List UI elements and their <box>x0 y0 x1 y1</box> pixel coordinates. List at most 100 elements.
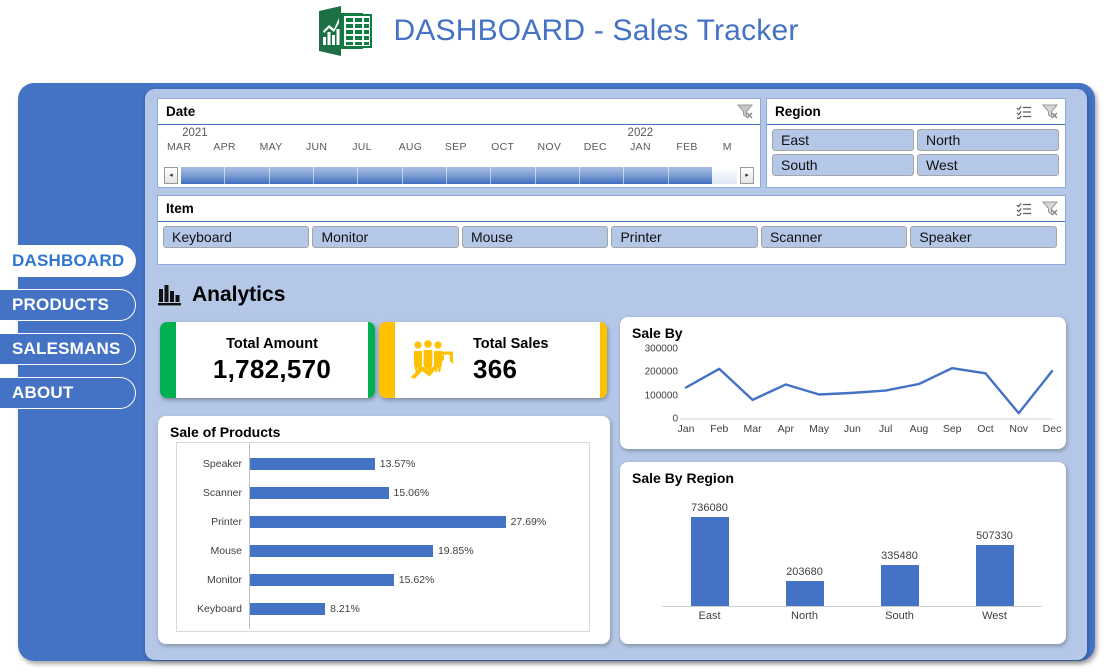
timeline-period-cell[interactable] <box>181 167 226 184</box>
sidebar-item-salesmans[interactable]: SALESMANS <box>0 333 136 365</box>
analytics-label: Analytics <box>192 283 286 306</box>
y-axis-tick-label: 100000 <box>644 390 678 402</box>
timeline-period-cell[interactable] <box>491 167 536 184</box>
kpi-card-total-amount: Total Amount 1,782,570 <box>160 322 375 398</box>
column-value-label: 736080 <box>691 501 728 514</box>
timeline-period-cell[interactable] <box>624 167 669 184</box>
region-tile-south[interactable]: South <box>772 154 914 176</box>
region-slicer-title: Region <box>775 104 821 119</box>
clear-filter-icon[interactable] <box>737 104 754 119</box>
column-bar <box>690 516 729 606</box>
chart-title: Sale of Products <box>170 424 281 440</box>
bar-value-label: 13.57% <box>379 457 416 470</box>
bar-chart-row: Keyboard 8.21% <box>177 588 589 629</box>
people-growth-icon <box>411 340 453 379</box>
timeline-month-label[interactable]: JAN <box>630 141 651 153</box>
item-slicer[interactable]: Item Keyboard Monitor Mouse Printer Scanner S… <box>157 195 1066 265</box>
timeline-month-label[interactable]: JUL <box>352 141 372 153</box>
item-tile-printer[interactable]: Printer <box>611 226 758 248</box>
multi-select-icon[interactable] <box>1016 202 1032 216</box>
timeline-period-cell[interactable] <box>669 167 712 184</box>
sidebar-item-label: DASHBOARD <box>12 251 125 270</box>
timeline-period-cell[interactable] <box>447 167 492 184</box>
region-slicer[interactable]: Region East North South West <box>766 98 1066 188</box>
timeline-period-cell[interactable] <box>358 167 403 184</box>
timeline-period-cell[interactable] <box>580 167 625 184</box>
timeline-track[interactable] <box>181 167 737 184</box>
x-axis-tick-label: Jul <box>878 423 893 435</box>
item-tile-scanner[interactable]: Scanner <box>760 226 908 248</box>
item-tile-keyboard[interactable]: Keyboard <box>163 226 310 248</box>
bar-value-label: 8.21% <box>330 602 360 615</box>
kpi-value: 1,782,570 <box>212 353 332 384</box>
kpi-label: Total Sales <box>473 335 549 352</box>
chart-title: Sale By Region <box>632 470 734 486</box>
date-timeline-body[interactable]: 2021 2022 MAR APR MAY JUN JUL AUG SEP OCT NOV DEC… <box>158 125 760 187</box>
item-tile-monitor[interactable]: Monitor <box>312 226 459 248</box>
bar-value-label: 15.62% <box>398 573 435 586</box>
bar-category-label: Mouse <box>210 544 242 557</box>
timeline-month-label[interactable]: JUN <box>306 141 327 153</box>
sidebar-item-dashboard[interactable]: DASHBOARD <box>0 245 136 277</box>
timeline-period-cell[interactable] <box>403 167 447 184</box>
timeline-selection[interactable] <box>181 167 712 184</box>
bar-fill <box>249 573 394 586</box>
region-tile-east[interactable]: East <box>772 129 914 151</box>
timeline-month-label[interactable]: FEB <box>676 141 697 153</box>
timeline-month-label[interactable]: MAY <box>260 141 283 153</box>
timeline-period-cell[interactable] <box>314 167 359 184</box>
timeline-month-label[interactable]: DEC <box>584 141 607 153</box>
bar-chart-row: Scanner 15.06% <box>177 472 589 513</box>
timeline-month-label[interactable]: APR <box>213 141 236 153</box>
kpi-accent-bar-right <box>368 322 375 398</box>
bar-chart-icon <box>158 285 181 306</box>
timeline-month-label[interactable]: NOV <box>537 141 561 153</box>
kpi-value: 366 <box>473 353 518 384</box>
x-axis-tick-label: Nov <box>1009 423 1029 435</box>
line-chart-plot: 0 100000 200000 300000 Jan Feb Mar Apr May Jun Jul… <box>620 341 1066 441</box>
sidebar-item-about[interactable]: ABOUT <box>0 377 136 409</box>
x-axis-tick-label: Apr <box>777 423 794 435</box>
timeline-period-cell[interactable] <box>225 167 270 184</box>
kpi-card-total-sales: Total Sales 366 <box>379 322 607 398</box>
item-tile-speaker[interactable]: Speaker <box>910 226 1057 248</box>
timeline-month-label[interactable]: SEP <box>445 141 467 153</box>
column-bar <box>975 544 1014 606</box>
date-timeline-slicer[interactable]: Date 2021 2022 MAR APR MAY JUN JUL AUG SEP OCT N… <box>157 98 761 188</box>
y-axis-tick-label: 300000 <box>644 343 678 355</box>
column-category-label: North <box>791 610 818 622</box>
timeline-month-label[interactable]: OCT <box>491 141 514 153</box>
sidebar-item-products[interactable]: PRODUCTS <box>0 289 136 321</box>
date-slicer-title: Date <box>166 104 196 119</box>
timeline-period-cell[interactable] <box>536 167 580 184</box>
timeline-scrollbar[interactable]: ◂ ▸ <box>164 167 754 184</box>
clear-filter-icon[interactable] <box>1042 201 1059 216</box>
x-axis-tick-label: Jan <box>677 423 695 435</box>
clear-filter-icon[interactable] <box>1042 104 1059 119</box>
region-tile-north[interactable]: North <box>917 129 1059 151</box>
bar-chart-row: Printer 27.69% <box>177 501 589 542</box>
timeline-scroll-left-button[interactable]: ◂ <box>164 167 178 184</box>
sidebar-item-label: SALESMANS <box>12 339 121 358</box>
timeline-period-cell[interactable] <box>270 167 314 184</box>
region-tile-west[interactable]: West <box>917 154 1059 176</box>
item-tile-mouse[interactable]: Mouse <box>461 226 609 248</box>
bar-category-label: Scanner <box>202 486 242 499</box>
timeline-year: 2022 <box>627 127 654 139</box>
region-tile-list[interactable]: East North South West <box>767 125 1065 176</box>
timeline-month-label[interactable]: M <box>723 141 732 153</box>
multi-select-icon[interactable] <box>1016 105 1032 119</box>
item-slicer-title: Item <box>166 201 194 216</box>
chevron-right-icon: ▸ <box>745 172 749 179</box>
item-tile-list[interactable]: Keyboard Monitor Mouse Printer Scanner Speake… <box>158 222 1065 248</box>
timeline-month-label[interactable]: AUG <box>399 141 423 153</box>
bar-fill <box>249 515 506 528</box>
column-chart-item: 507330 <box>947 494 1042 606</box>
column-chart-item: 203680 <box>757 494 852 606</box>
timeline-month-label[interactable]: MAR <box>167 141 191 153</box>
timeline-scroll-right-button[interactable]: ▸ <box>740 167 754 184</box>
page-header: DASHBOARD - Sales Tracker <box>0 0 1116 62</box>
page-title: DASHBOARD - Sales Tracker <box>393 14 799 47</box>
bar-value-label: 27.69% <box>510 515 547 528</box>
bar-chart-row: Mouse 19.85% <box>177 530 589 571</box>
